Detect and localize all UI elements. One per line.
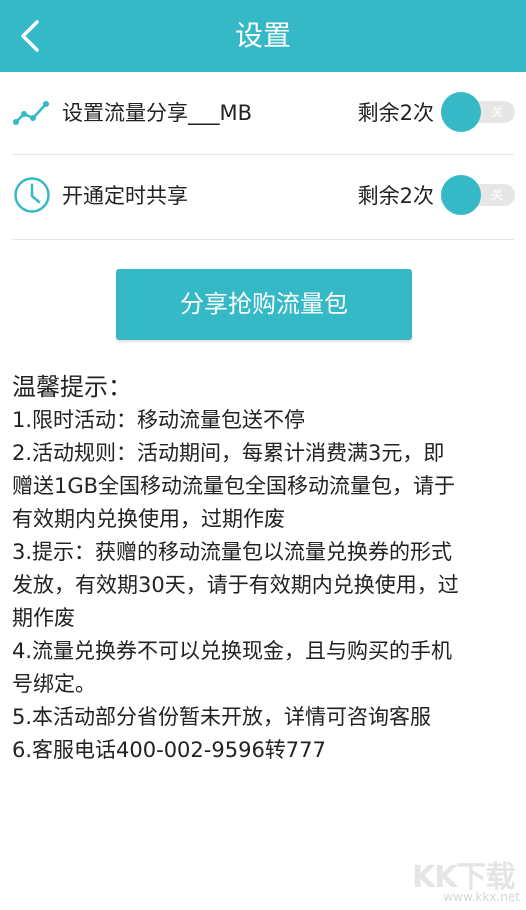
tip-line: 3.提示：获赠的移动流量包以流量兑换券的形式 (12, 540, 453, 564)
trend-line-icon (12, 92, 52, 132)
tip-line: 4.流量兑换券不可以兑换现金，且与购买的手机 (12, 639, 453, 663)
tip-line: 期作废 (12, 606, 75, 630)
timed-share-toggle[interactable]: 关 (441, 175, 517, 215)
timed-share-remaining: 剩余2次 (357, 184, 434, 208)
setting-row-flow-share: 设置流量分享___MB 剩余2次 关 (0, 72, 526, 156)
toggle-off-text: 关 (490, 188, 503, 202)
tip-line: 有效期内兑换使用，过期作废 (12, 507, 285, 531)
share-buy-flow-button[interactable]: 分享抢购流量包 (116, 269, 412, 340)
tip-line: 6.客服电话400-002-9596转777 (12, 738, 326, 762)
tip-line: 2.活动规则：活动期间，每累计消费满3元，即 (12, 441, 445, 465)
clock-icon (12, 175, 52, 215)
divider (12, 239, 514, 240)
chevron-left-icon (21, 20, 39, 52)
watermark-url: www.kkx.net (443, 890, 520, 904)
tips-section: 温馨提示： 1.限时活动：移动流量包送不停 2.活动规则：活动期间，每累计消费满… (12, 370, 518, 767)
tip-line: 5.本活动部分省份暂未开放，详情可咨询客服 (12, 705, 432, 729)
toggle-knob[interactable] (441, 92, 481, 132)
tip-line: 1.限时活动：移动流量包送不停 (12, 408, 306, 432)
page-title: 设置 (234, 19, 291, 52)
setting-row-timed-share: 开通定时共享 剩余2次 关 (0, 155, 526, 239)
flow-share-toggle[interactable]: 关 (441, 92, 517, 132)
toggle-off-text: 关 (490, 105, 503, 119)
watermark: KK下载 www.kkx.net (412, 852, 522, 908)
flow-share-label: 设置流量分享___MB (62, 101, 253, 125)
toggle-knob[interactable] (441, 175, 481, 215)
tip-line: 发放，有效期30天，请于有效期内兑换使用，过 (12, 573, 459, 597)
tip-line: 赠送1GB全国移动流量包全国移动流量包，请于 (12, 474, 456, 498)
tip-line: 号绑定。 (12, 672, 96, 696)
flow-share-remaining: 剩余2次 (357, 101, 434, 125)
top-bar: 设置 (0, 0, 526, 72)
tips-title: 温馨提示： (12, 373, 132, 401)
timed-share-label: 开通定时共享 (62, 184, 188, 208)
back-button[interactable] (10, 14, 50, 58)
